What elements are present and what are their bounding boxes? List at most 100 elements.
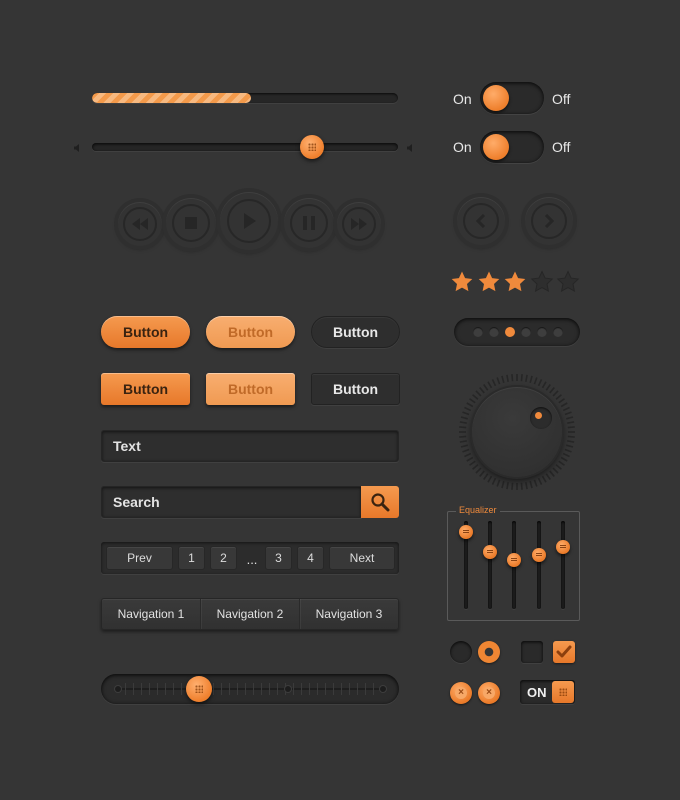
pagination-page-3[interactable]: 3: [265, 546, 292, 570]
pager-dot[interactable]: [505, 327, 515, 337]
knob-tick: [462, 448, 470, 453]
button-rect-dark[interactable]: Button: [311, 373, 400, 405]
button-rect-hover[interactable]: Button: [206, 373, 295, 405]
next-arrow-button[interactable]: [525, 197, 573, 245]
range-tick: [373, 683, 374, 695]
knob-tick: [567, 426, 575, 429]
toggle-1[interactable]: [480, 82, 544, 114]
pagination-prev[interactable]: Prev: [106, 546, 173, 570]
pagination-next[interactable]: Next: [329, 546, 395, 570]
star-icon[interactable]: [556, 270, 580, 294]
text-field-value: Text: [113, 438, 141, 454]
knob-tick: [483, 384, 489, 391]
on-switch-knob[interactable]: [552, 681, 574, 703]
pager-dot[interactable]: [537, 327, 547, 337]
toggle-1-off-label: Off: [552, 91, 571, 107]
radio-unchecked[interactable]: [450, 641, 472, 663]
volume-slider-thumb[interactable]: [300, 135, 325, 159]
pager-dot[interactable]: [489, 327, 499, 337]
pagination-page-1[interactable]: 1: [178, 546, 205, 570]
close-button-2[interactable]: ×: [478, 682, 500, 704]
star-icon[interactable]: [450, 270, 474, 294]
pause-icon: [303, 216, 315, 230]
search-button[interactable]: [361, 486, 399, 518]
radio-checked[interactable]: [478, 641, 500, 663]
range-tick: [141, 683, 142, 695]
range-tick: [269, 683, 270, 695]
star-icon[interactable]: [477, 270, 501, 294]
toggle-1-on-label: On: [453, 91, 472, 107]
knob-tick: [459, 435, 467, 438]
stop-button[interactable]: [166, 198, 216, 248]
checkbox-unchecked[interactable]: [521, 641, 543, 663]
grip-icon: [559, 688, 567, 696]
knob-tick: [475, 467, 482, 474]
pager-dot[interactable]: [473, 327, 483, 337]
rewind-button[interactable]: [118, 202, 162, 246]
star-icon[interactable]: [503, 270, 527, 294]
toggle-1-knob[interactable]: [483, 85, 509, 111]
knob-tick: [558, 398, 565, 404]
equalizer-band-4[interactable]: [537, 521, 541, 609]
toggle-2-knob[interactable]: [483, 134, 509, 160]
range-tick: [237, 683, 238, 695]
rotary-knob[interactable]: [458, 373, 576, 491]
equalizer-thumb-1[interactable]: [459, 524, 473, 539]
fast-forward-button[interactable]: [337, 202, 381, 246]
checkbox-checked[interactable]: [553, 641, 575, 663]
knob-tick: [541, 475, 547, 483]
on-switch[interactable]: ON: [520, 680, 575, 704]
equalizer-thumb-5[interactable]: [556, 540, 570, 555]
knob-dial[interactable]: [472, 387, 562, 477]
equalizer-band-5[interactable]: [561, 521, 565, 609]
range-node[interactable]: [285, 686, 291, 692]
pager-dot[interactable]: [521, 327, 531, 337]
button-rect-primary[interactable]: Button: [101, 373, 190, 405]
speaker-high-icon: [407, 144, 412, 152]
search-input-value: Search: [113, 494, 160, 510]
equalizer-band-2[interactable]: [488, 521, 492, 609]
search-input[interactable]: Search: [101, 486, 362, 518]
nav-item-2[interactable]: Navigation 2: [201, 599, 300, 629]
pause-button[interactable]: [284, 198, 334, 248]
pager-dots[interactable]: [454, 318, 580, 346]
equalizer-thumb-3[interactable]: [507, 552, 521, 567]
play-button[interactable]: [220, 192, 278, 250]
knob-tick: [469, 398, 476, 404]
prev-arrow-button[interactable]: [457, 197, 505, 245]
knob-tick: [479, 387, 485, 394]
range-node[interactable]: [380, 686, 386, 692]
button-pill-primary[interactable]: Button: [101, 316, 190, 348]
equalizer-thumb-4[interactable]: [532, 548, 546, 563]
button-pill-hover[interactable]: Button: [206, 316, 295, 348]
range-node[interactable]: [115, 686, 121, 692]
knob-tick: [466, 402, 474, 408]
equalizer-thumb-2[interactable]: [483, 544, 497, 559]
knob-tick: [567, 421, 575, 424]
button-pill-dark[interactable]: Button: [311, 316, 400, 348]
knob-tick: [520, 482, 523, 490]
knob-tick: [549, 470, 555, 477]
toggle-2[interactable]: [480, 131, 544, 163]
volume-slider[interactable]: [92, 135, 398, 159]
close-button-1[interactable]: ×: [450, 682, 472, 704]
range-slider-thumb[interactable]: [186, 676, 213, 702]
star-icon[interactable]: [530, 270, 554, 294]
pagination-page-2[interactable]: 2: [210, 546, 237, 570]
pager-dot[interactable]: [553, 327, 563, 337]
pagination-page-4[interactable]: 4: [297, 546, 324, 570]
knob-tick: [475, 390, 482, 397]
nav-item-1[interactable]: Navigation 1: [102, 599, 201, 629]
range-slider[interactable]: [101, 674, 399, 704]
knob-tick: [562, 406, 570, 412]
knob-tick: [545, 384, 551, 391]
nav-item-3[interactable]: Navigation 3: [300, 599, 398, 629]
knob-tick: [462, 411, 470, 416]
range-tick: [349, 683, 350, 695]
knob-tick: [496, 479, 501, 487]
text-field[interactable]: Text: [101, 430, 399, 462]
knob-tick: [472, 394, 479, 400]
range-tick: [325, 683, 326, 695]
knob-tick: [564, 448, 572, 453]
close-icon: ×: [455, 687, 467, 699]
